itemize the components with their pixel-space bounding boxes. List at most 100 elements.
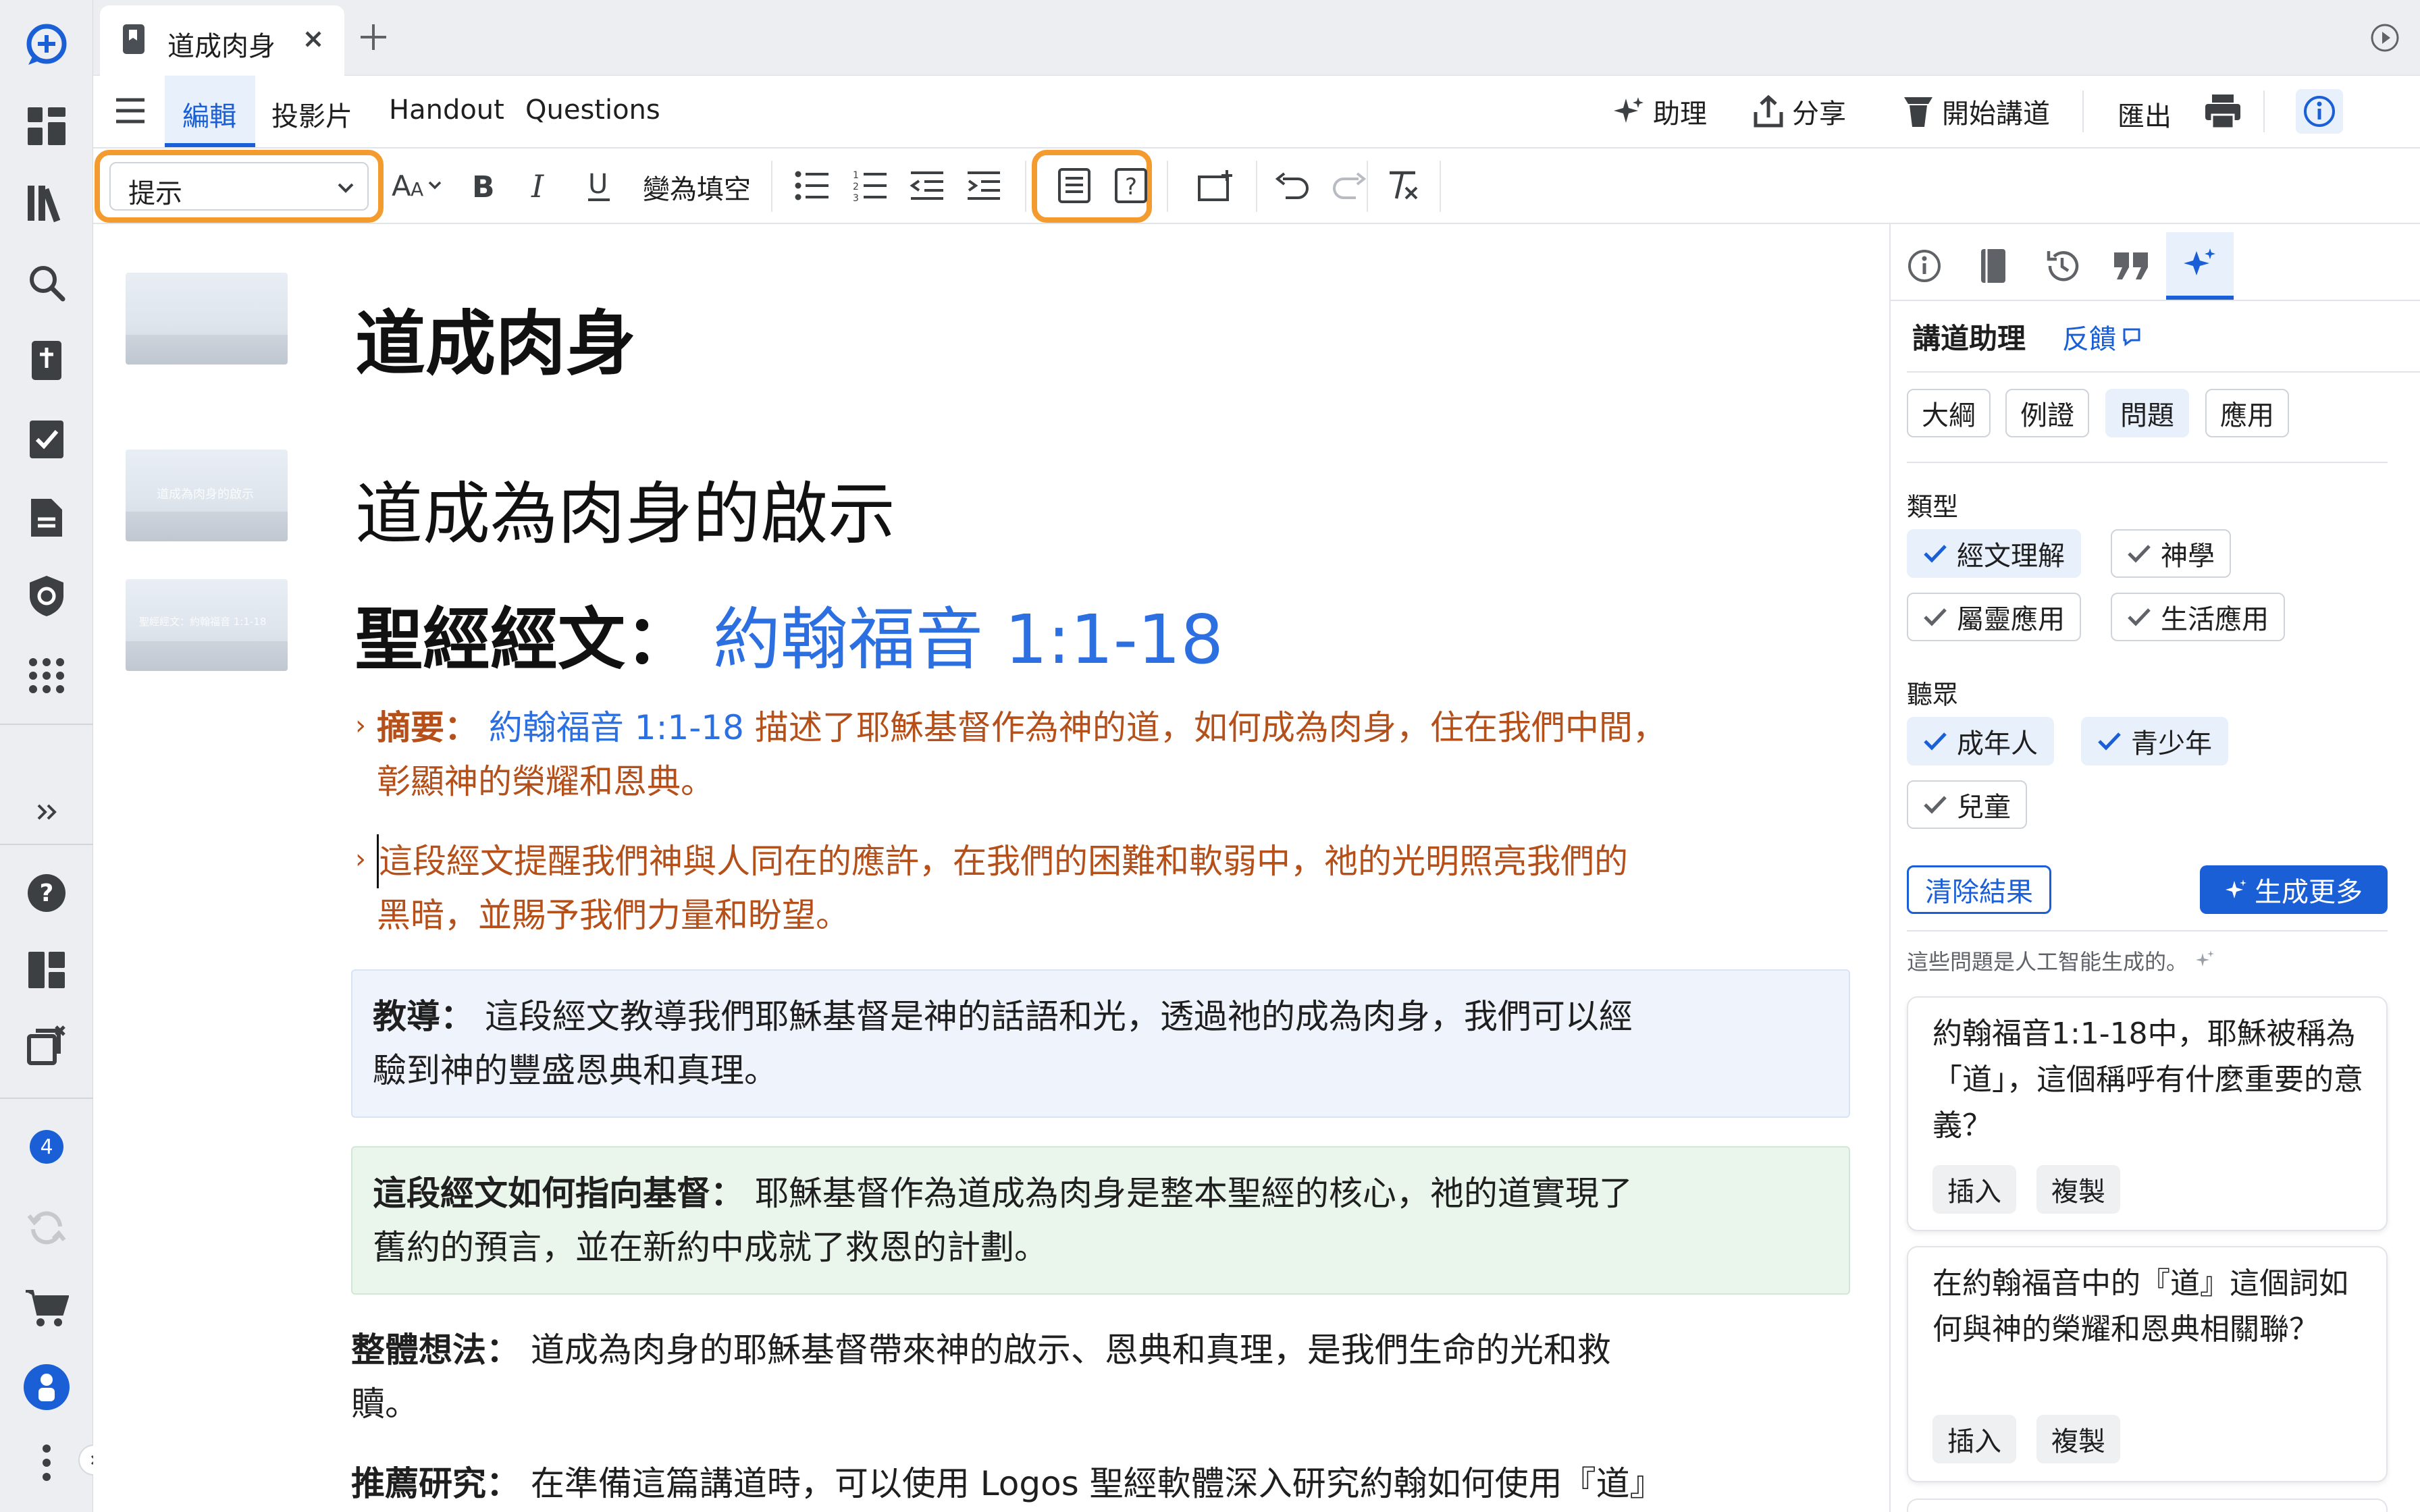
audience-chip[interactable]: 青少年 (2081, 717, 2228, 765)
category-outline[interactable]: 大綱 (1907, 389, 1991, 437)
slide-thumbnail[interactable]: 聖經經文：約翰福音 1:1-18 (126, 579, 288, 671)
bold-icon[interactable]: B (458, 162, 505, 209)
slide-thumbnail[interactable] (126, 273, 288, 364)
bible-icon[interactable] (22, 336, 72, 386)
italic-icon[interactable]: I (516, 162, 563, 209)
panel-tab-assistant[interactable] (2166, 232, 2234, 300)
collapse-caret-icon[interactable]: › (355, 710, 366, 741)
christ-callout[interactable]: 這段經文如何指向基督： 耶穌基督作為道成為肉身是整本聖經的核心，祂的道實現了 舊… (351, 1146, 1850, 1295)
more-vertical-icon[interactable] (22, 1438, 72, 1488)
shield-icon[interactable] (22, 571, 72, 621)
start-preaching-button[interactable]: 開始講道 (1903, 89, 2050, 134)
panel-tab-notebook[interactable] (1959, 232, 2027, 300)
style-select-value: 提示 (128, 178, 182, 209)
info-icon[interactable] (2296, 89, 2343, 134)
panel-title: 講道助理 (1912, 322, 2026, 355)
insert-question-icon[interactable]: ? (1107, 162, 1155, 209)
hamburger-menu-icon[interactable] (113, 96, 147, 126)
share-button[interactable]: 分享 (1753, 89, 1846, 134)
question-card: 約翰福音1:1-18中，耶穌被稱為「道」，這個稱呼有什麼重要的意義？ 插入 複製 (1907, 996, 2388, 1231)
teaching-callout[interactable]: 教導： 這段經文教導我們耶穌基督是神的話語和光，透過祂的成為肉身，我們可以經 驗… (351, 969, 1850, 1118)
checklist-icon[interactable] (22, 414, 72, 464)
expand-rail-icon[interactable] (22, 787, 72, 837)
audience-chip-label: 青少年 (2131, 728, 2212, 759)
study-paragraph: 推薦研究： 在準備這篇講道時，可以使用 Logos 聖經軟體深入研究約翰如何使用… (351, 1457, 1864, 1511)
type-chip-label: 經文理解 (1957, 541, 2065, 572)
type-chip[interactable]: 生活應用 (2111, 593, 2285, 641)
library-icon[interactable] (22, 178, 72, 228)
type-chip[interactable]: 屬靈應用 (1907, 593, 2081, 641)
avatar[interactable] (22, 1362, 72, 1412)
sermon-editor[interactable]: 道成為肉身的啟示 聖經經文：約翰福音 1:1-18 道成肉身 道成為肉身的啟示 … (93, 224, 1889, 1512)
insert-slide-icon[interactable] (1192, 162, 1240, 209)
export-button[interactable]: 匯出 (2118, 94, 2172, 134)
blank-toggle-button[interactable]: 變為填空 (643, 167, 751, 207)
audience-chip[interactable]: 成年人 (1907, 717, 2054, 765)
christ-text: 舊約的預言，並在新約中成就了救恩的計劃。 (373, 1228, 1048, 1267)
dashboard-icon[interactable] (22, 101, 72, 151)
close-panels-icon[interactable] (22, 1021, 72, 1071)
panel-tab-history[interactable] (2028, 232, 2096, 300)
panel-tab-info[interactable] (1891, 232, 1958, 300)
start-preaching-label: 開始講道 (1942, 99, 2050, 130)
type-chip[interactable]: 神學 (2111, 529, 2231, 578)
tab-slides[interactable]: 投影片 (271, 94, 352, 134)
copy-button[interactable]: 複製 (2036, 1165, 2120, 1214)
help-icon[interactable]: ? (22, 868, 72, 918)
numbered-list-icon[interactable]: 123 (847, 162, 894, 209)
tab-handout[interactable]: Handout (389, 94, 504, 126)
feedback-link[interactable]: 反饋 (2062, 317, 2142, 356)
play-icon[interactable] (2370, 23, 2400, 53)
reminder-text: 黑暗，並賜予我們力量和盼望。 (377, 896, 849, 935)
tab-questions[interactable]: Questions (525, 94, 660, 126)
document-icon[interactable] (22, 493, 72, 543)
audience-chip[interactable]: 兒童 (1907, 780, 2027, 829)
svg-text:A: A (392, 169, 411, 202)
insert-button[interactable]: 插入 (1932, 1165, 2016, 1214)
type-chip-label: 神學 (2161, 541, 2215, 572)
clear-results-button[interactable]: 清除結果 (1907, 865, 2051, 914)
category-illustration[interactable]: 例證 (2005, 389, 2089, 437)
svg-text:3: 3 (853, 193, 859, 202)
search-icon[interactable] (22, 258, 72, 308)
insert-button[interactable]: 插入 (1932, 1415, 2016, 1463)
underline-icon[interactable]: U (575, 162, 623, 209)
clear-formatting-icon[interactable] (1379, 162, 1426, 209)
panel-tab-quotes[interactable] (2097, 232, 2165, 300)
doc-heading: 道成為肉身的啟示 (355, 475, 895, 554)
category-questions[interactable]: 問題 (2105, 389, 2189, 437)
tab-sermon-document[interactable]: 道成肉身 (100, 5, 344, 76)
insert-note-icon[interactable] (1051, 162, 1098, 209)
check-icon (1924, 732, 1947, 751)
style-select[interactable]: 提示 (109, 162, 369, 211)
scripture-ref-link[interactable]: 約翰福音 1:1-18 (713, 600, 1224, 679)
tab-edit[interactable]: 編輯 (165, 76, 255, 147)
generate-more-button[interactable]: 生成更多 (2200, 865, 2388, 914)
summary-label: 摘要： (377, 708, 478, 747)
font-size-icon[interactable]: AA (390, 162, 451, 209)
check-icon (2128, 608, 2151, 626)
question-text: 約翰福音1:1-18中，耶穌被稱為「道」，這個稱呼有什麼重要的意義？ (1932, 1017, 2363, 1143)
collapse-caret-icon[interactable]: › (355, 844, 366, 875)
outdent-icon[interactable] (903, 162, 951, 209)
print-icon[interactable] (2204, 93, 2242, 130)
sync-icon[interactable] (22, 1203, 72, 1253)
assistant-button[interactable]: 助理 (1611, 89, 1707, 134)
close-tab-icon[interactable] (300, 26, 327, 53)
summary-ref-link[interactable]: 約翰福音 1:1-18 (489, 708, 744, 747)
logos-logo-icon[interactable] (22, 20, 72, 70)
indent-icon[interactable] (960, 162, 1007, 209)
new-tab-icon[interactable] (357, 20, 390, 54)
copy-button[interactable]: 複製 (2036, 1415, 2120, 1463)
slide-thumbnail[interactable]: 道成為肉身的啟示 (126, 450, 288, 541)
sparkle-icon (2196, 950, 2215, 967)
layout-icon[interactable] (22, 945, 72, 995)
cart-icon[interactable] (22, 1282, 72, 1332)
category-application[interactable]: 應用 (2205, 389, 2289, 437)
notification-badge[interactable]: 4 (22, 1122, 72, 1172)
type-chip[interactable]: 經文理解 (1907, 529, 2081, 578)
bullet-list-icon[interactable] (789, 162, 836, 209)
undo-icon[interactable] (1268, 162, 1315, 209)
big-idea-text: 贖。 (351, 1384, 419, 1424)
apps-grid-icon[interactable] (22, 651, 72, 701)
